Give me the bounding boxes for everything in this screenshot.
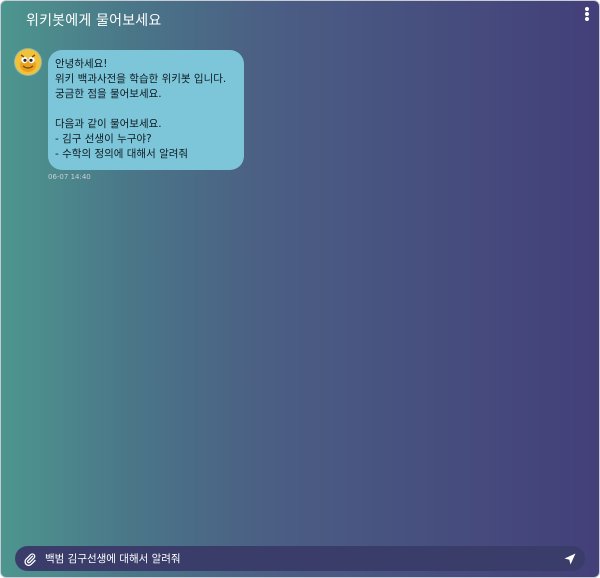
message-timestamp: 06-07 14:40 <box>48 173 91 181</box>
message-line <box>55 102 237 117</box>
chat-input-bar <box>15 546 585 571</box>
chat-header: 위키봇에게 물어보세요 <box>1 1 599 38</box>
message-bubble: 안녕하세요! 위키 백과사전을 학습한 위키봇 입니다. 궁금한 점을 물어보세… <box>48 50 244 170</box>
chat-title: 위키봇에게 물어보세요 <box>26 13 162 29</box>
bot-avatar-icon <box>15 49 41 75</box>
message-line: - 수학의 정의에 대해서 알려줘 <box>55 148 189 160</box>
message-line: 안녕하세요! <box>55 58 108 70</box>
chat-input[interactable] <box>45 549 555 568</box>
message-line: 다음과 같이 물어보세요. <box>55 118 162 130</box>
chat-window: 위키봇에게 물어보세요 안녕하세요! 위키 백과사전을 학습한 위키봇 입니다.… <box>0 0 600 578</box>
more-options-icon[interactable] <box>583 7 591 23</box>
message-line: 궁금한 점을 물어보세요. <box>55 88 162 100</box>
message-line: 위키 백과사전을 학습한 위키봇 입니다. <box>55 73 227 85</box>
paperclip-icon[interactable] <box>23 551 37 566</box>
send-icon[interactable] <box>563 551 577 565</box>
message-line: - 김구 선생이 누구야? <box>55 133 152 145</box>
